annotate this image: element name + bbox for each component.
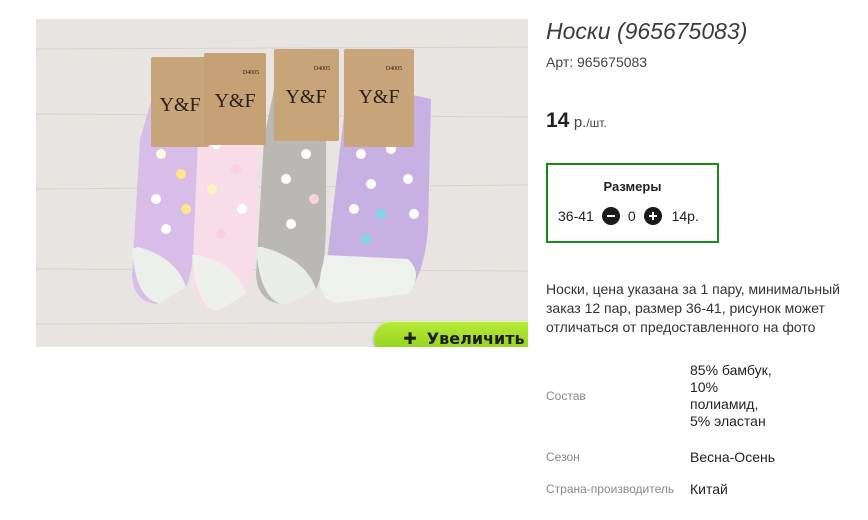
tag-brand-2: Y&F [214,90,255,112]
product-photo[interactable]: Y&F Y&F D4005 Y&F D4005 Y&F D4005 ✚ Увел… [36,19,528,347]
product-description: Носки, цена указана за 1 пару, минимальн… [546,281,840,335]
price-value: 14 [546,109,570,132]
spec-value: Китай [690,480,728,497]
plus-icon[interactable] [643,207,662,225]
size-price: 14р. [671,208,699,224]
tag-code-3: D4005 [314,66,330,72]
price-unit: р./шт. [573,114,607,131]
sizes-title: Размеры [603,179,662,194]
tag-code-4: D4005 [386,66,402,72]
price: 14 р./шт. [546,109,607,133]
minus-icon[interactable] [601,207,620,225]
sizes-box: Размеры 36-41 0 14р. [546,163,719,243]
plus-icon: ✚ [403,328,417,348]
tag-code-2: D4005 [243,70,259,76]
spec-label: Сезон [546,450,580,464]
spec-value: Весна-Осень [690,448,776,465]
spec-label: Страна-производитель [546,482,675,496]
size-row: 36-41 0 14р. [558,207,699,225]
spec-row: Сезон Весна-Осень [546,440,782,474]
specs-table: Состав 85% бамбук, 10% полиамид, 5% элас… [546,352,782,504]
spec-value: 85% бамбук, 10% полиамид, 5% эластан [690,362,772,429]
socks-image: Y&F Y&F D4005 Y&F D4005 Y&F D4005 [36,19,528,347]
product-title: Носки (965675083) [546,18,748,44]
size-label: 36-41 [558,208,594,224]
tag-brand-1: Y&F [159,94,200,116]
article-number: Арт: 965675083 [546,54,648,70]
zoom-button-label: Увеличить [426,328,525,348]
tag-brand-4: Y&F [358,86,399,108]
spec-row: Состав 85% бамбук, 10% полиамид, 5% элас… [546,352,782,440]
tag-brand-3: Y&F [285,86,326,108]
quantity-value[interactable]: 0 [628,208,636,224]
zoom-button[interactable]: ✚ Увеличить [374,321,528,347]
spec-label: Состав [546,389,586,403]
spec-row: Страна-производитель Китай [546,474,782,504]
